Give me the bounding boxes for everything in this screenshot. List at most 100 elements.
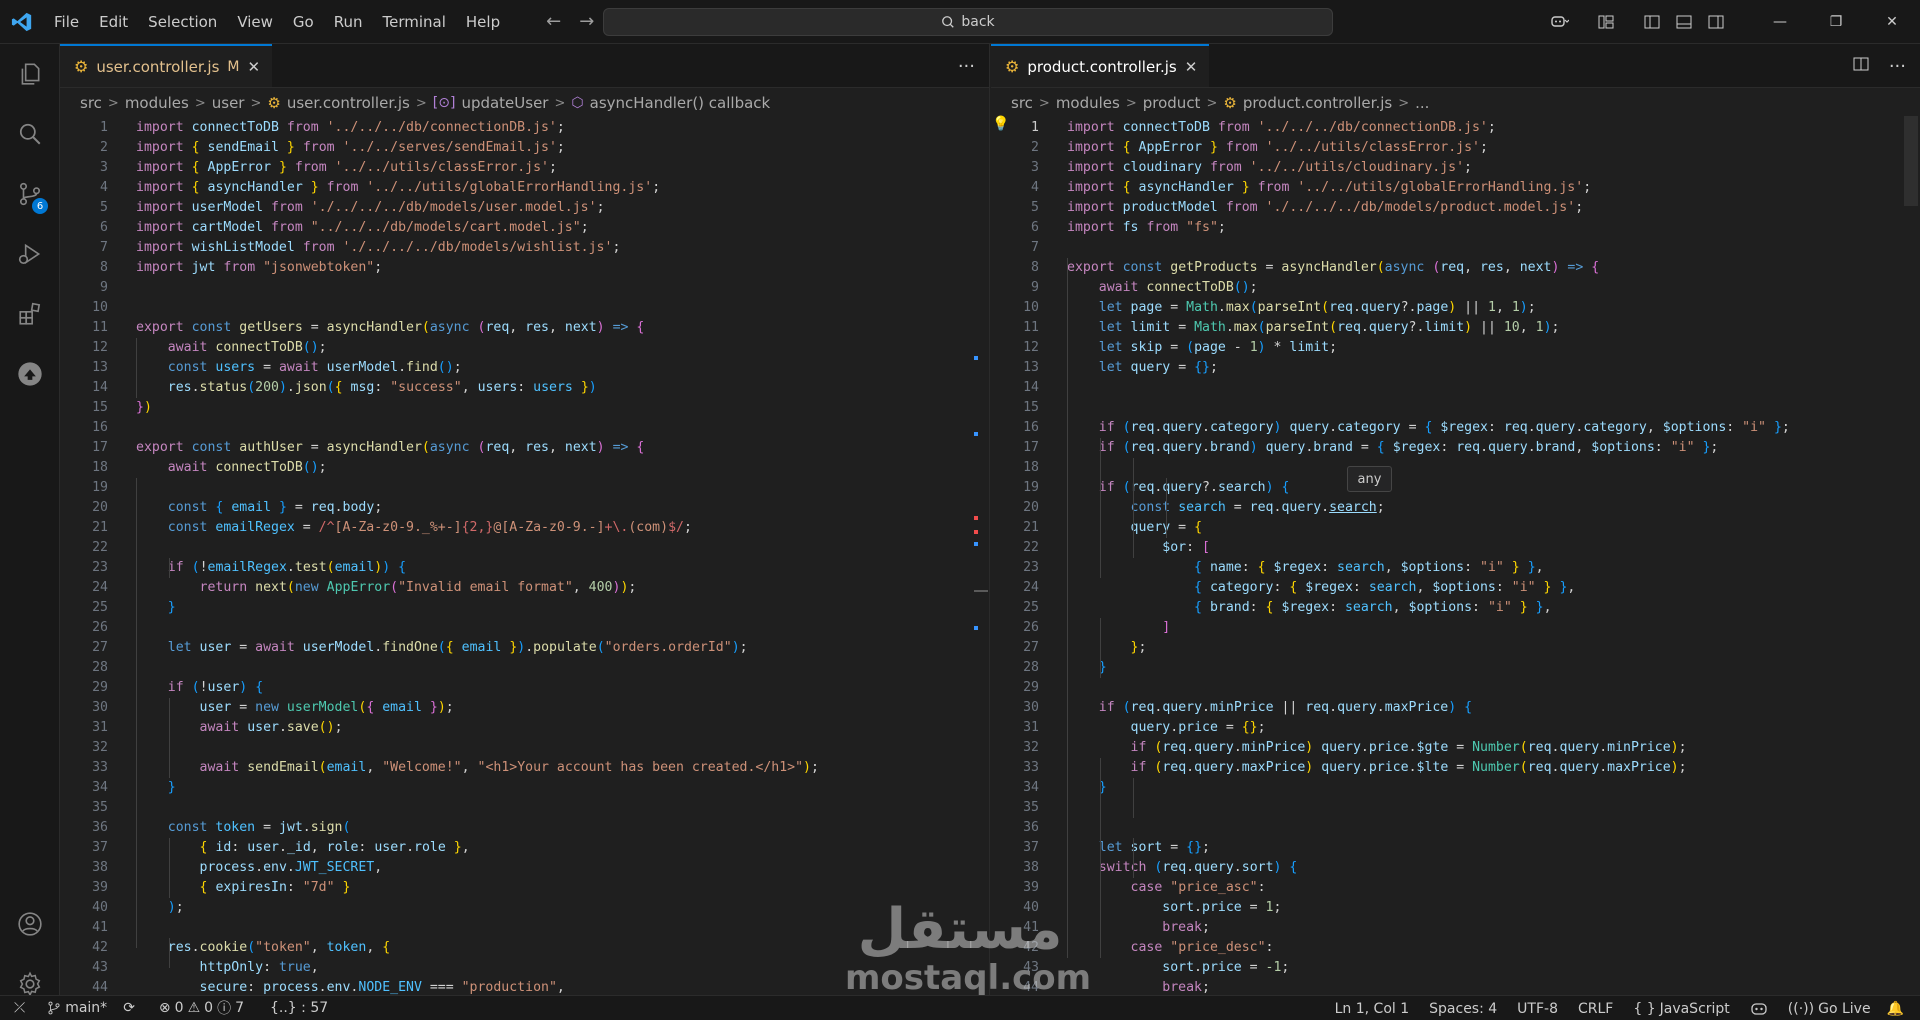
more-actions-icon[interactable]: ··· xyxy=(1889,56,1906,77)
forward-arrow-icon[interactable]: → xyxy=(579,11,594,32)
breadcrumb-item[interactable]: asyncHandler() callback xyxy=(590,94,771,112)
chevron-right-icon: > xyxy=(194,95,206,111)
hover-tooltip: any xyxy=(1347,466,1392,492)
braces-icon: { } xyxy=(1633,1000,1656,1017)
chevron-right-icon: > xyxy=(415,95,427,111)
breadcrumb-item[interactable]: user.controller.js xyxy=(287,94,410,112)
selection-indicator[interactable]: {..} : 57 xyxy=(252,1000,336,1016)
broadcast-icon: ((·)) xyxy=(1787,1000,1815,1017)
warning-icon: ⚠ xyxy=(187,1000,201,1016)
breadcrumb-left: src > modules > user > ⚙ user.controller… xyxy=(60,88,989,118)
status-right: Ln 1, Col 1 Spaces: 4 UTF-8 CRLF { } Jav… xyxy=(1325,996,1910,1020)
language-mode[interactable]: { } JavaScript xyxy=(1623,1001,1739,1017)
warning-count: 0 xyxy=(204,1000,214,1016)
menu-selection[interactable]: Selection xyxy=(138,0,227,44)
chevron-right-icon: > xyxy=(1398,95,1410,111)
scrollbar-thumb[interactable] xyxy=(1904,116,1918,206)
go-live-label: Go Live xyxy=(1818,1000,1871,1017)
chevron-right-icon: > xyxy=(250,95,262,111)
tab-product-controller[interactable]: ⚙ product.controller.js ✕ xyxy=(991,44,1210,87)
watermark-latin: mostaql.com xyxy=(845,958,1092,998)
go-live-button[interactable]: ((·)) Go Live xyxy=(1778,1001,1881,1017)
info-icon: ⓘ xyxy=(217,1001,232,1017)
tab-bar-left: ⚙ user.controller.js M ✕ ··· xyxy=(60,44,989,88)
js-gear-icon: ⚙ xyxy=(1223,94,1237,112)
scroll-marker xyxy=(974,542,978,546)
scm-badge: 6 xyxy=(32,198,48,214)
tab-label: user.controller.js xyxy=(96,57,220,76)
indentation[interactable]: Spaces: 4 xyxy=(1419,1001,1507,1017)
editor-group-right: ⚙ product.controller.js ✕ ··· src > modu… xyxy=(991,44,1920,995)
js-gear-icon: ⚙ xyxy=(1005,57,1020,76)
minimize-icon[interactable]: — xyxy=(1752,0,1808,44)
back-arrow-icon[interactable]: ← xyxy=(546,11,561,32)
chevron-right-icon: > xyxy=(554,95,566,111)
branch-indicator[interactable]: main* xyxy=(39,1000,115,1016)
toggle-panel-icon[interactable] xyxy=(1668,14,1700,30)
end-of-line[interactable]: CRLF xyxy=(1568,1001,1623,1017)
menu-go[interactable]: Go xyxy=(283,0,324,44)
close-tab-icon[interactable]: ✕ xyxy=(1185,58,1198,76)
nav-arrows: ← → xyxy=(546,11,594,32)
command-center[interactable]: back xyxy=(603,8,1333,36)
code-editor-right[interactable]: 1 import connectToDB from '../../../db/co… xyxy=(991,118,1920,998)
accounts-icon[interactable] xyxy=(0,900,60,948)
menu-view[interactable]: View xyxy=(227,0,283,44)
scroll-position xyxy=(974,590,988,592)
split-editor-icon[interactable] xyxy=(1853,56,1869,77)
breadcrumb-item[interactable]: product.controller.js xyxy=(1243,94,1392,112)
menu-file[interactable]: File xyxy=(44,0,89,44)
code-editor-left[interactable]: 1 import connectToDB from '../../../db/co… xyxy=(60,118,989,998)
menu-edit[interactable]: Edit xyxy=(89,0,138,44)
breadcrumb-item[interactable]: product xyxy=(1143,94,1201,112)
watermark-arabic: مستقل xyxy=(857,897,1063,962)
menu-run[interactable]: Run xyxy=(324,0,373,44)
cursor-position[interactable]: Ln 1, Col 1 xyxy=(1325,1001,1420,1017)
language-label: JavaScript xyxy=(1659,1000,1730,1017)
explorer-icon[interactable] xyxy=(0,50,60,98)
close-tab-icon[interactable]: ✕ xyxy=(247,58,260,76)
breadcrumb-right: src > modules > product > ⚙ product.cont… xyxy=(991,88,1920,118)
menu-help[interactable]: Help xyxy=(456,0,510,44)
search-icon xyxy=(942,16,955,28)
chevron-right-icon: > xyxy=(107,95,119,111)
remote-indicator-icon[interactable]: ⤫ xyxy=(0,1000,39,1016)
vscode-logo-icon xyxy=(0,0,44,44)
editor-group-left: ⚙ user.controller.js M ✕ ··· src > modul… xyxy=(60,44,990,995)
copilot-status-icon[interactable] xyxy=(1740,1002,1778,1016)
scroll-marker xyxy=(974,516,978,520)
scroll-marker xyxy=(974,626,978,630)
sync-icon[interactable]: ⟳ xyxy=(115,1000,143,1016)
tab-label: product.controller.js xyxy=(1027,57,1177,76)
more-actions-icon[interactable]: ··· xyxy=(958,56,975,77)
chevron-right-icon: > xyxy=(1206,95,1218,111)
extensions-icon[interactable] xyxy=(0,290,60,338)
status-bar: ⤫ main* ⟳ ⊗ 0 ⚠ 0 ⓘ 7 {..} : 57 Ln 1, Co… xyxy=(0,995,1920,1020)
tab-bar-right: ⚙ product.controller.js ✕ ··· xyxy=(991,44,1920,88)
breadcrumb-item[interactable]: updateUser xyxy=(461,94,548,112)
copilot-icon[interactable] xyxy=(1544,14,1576,30)
breadcrumb-item[interactable]: modules xyxy=(1056,94,1120,112)
menu-terminal[interactable]: Terminal xyxy=(373,0,456,44)
notifications-bell-icon[interactable]: 🔔 xyxy=(1881,1001,1910,1017)
breadcrumb-item[interactable]: user xyxy=(212,94,245,112)
customize-layout-icon[interactable] xyxy=(1576,14,1636,30)
encoding[interactable]: UTF-8 xyxy=(1507,1001,1568,1017)
source-control-icon[interactable]: 6 xyxy=(0,170,60,218)
breadcrumb-item[interactable]: ... xyxy=(1415,94,1429,112)
remote-explorer-icon[interactable] xyxy=(0,350,60,398)
restore-icon[interactable]: ❐ xyxy=(1808,0,1864,44)
lightbulb-icon[interactable]: 💡 xyxy=(992,116,1009,132)
breadcrumb-item[interactable]: src xyxy=(1011,94,1033,112)
toggle-primary-sidebar-icon[interactable] xyxy=(1636,14,1668,30)
close-window-icon[interactable]: ✕ xyxy=(1864,0,1920,44)
error-count: 0 xyxy=(174,1000,184,1016)
modified-indicator: M xyxy=(227,58,240,75)
breadcrumb-item[interactable]: modules xyxy=(125,94,189,112)
tab-user-controller[interactable]: ⚙ user.controller.js M ✕ xyxy=(60,44,273,87)
breadcrumb-item[interactable]: src xyxy=(80,94,102,112)
run-debug-icon[interactable] xyxy=(0,230,60,278)
toggle-secondary-sidebar-icon[interactable] xyxy=(1700,14,1732,30)
problems-indicator[interactable]: ⊗ 0 ⚠ 0 ⓘ 7 xyxy=(143,998,252,1018)
search-view-icon[interactable] xyxy=(0,110,60,158)
